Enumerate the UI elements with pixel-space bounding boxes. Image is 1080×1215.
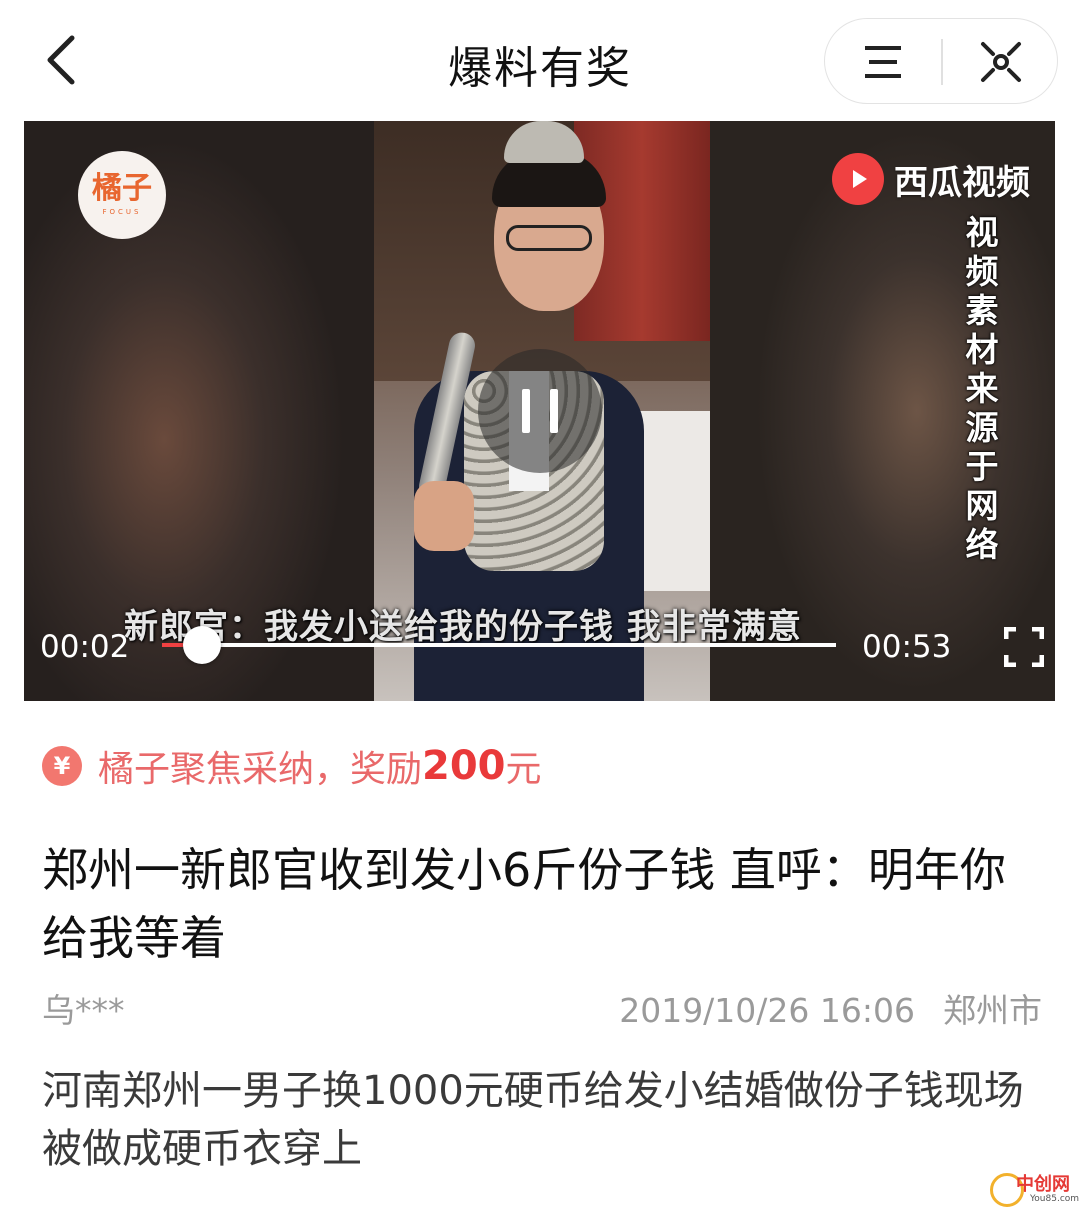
total-time: 00:53 <box>862 629 952 665</box>
watermark-subtext: You85.com <box>1030 1194 1080 1204</box>
reward-banner: ¥ 橘子聚焦采纳，奖励 200 元 <box>42 740 542 792</box>
logo-subtext: FOCUS <box>102 208 142 216</box>
site-watermark: 中创网 You85.com <box>990 1168 1080 1212</box>
yuan-coin-icon: ¥ <box>42 746 82 786</box>
progress-track[interactable] <box>162 643 836 647</box>
fullscreen-icon <box>1003 626 1045 668</box>
post-datetime: 2019/10/26 16:06 <box>619 991 915 1030</box>
pause-button[interactable] <box>478 349 602 473</box>
platform-name: 西瓜视频 <box>894 162 1030 203</box>
menu-button[interactable] <box>825 19 941 105</box>
close-button[interactable] <box>943 19 1059 105</box>
video-subtitle: 新郎官：我发小送给我的份子钱 我非常满意 <box>124 607 802 647</box>
close-dots-icon <box>981 42 1021 82</box>
video-player[interactable]: 橘子 FOCUS 西瓜视频 视频素材来源于网络 新郎官：我发小送给我的份子钱 我… <box>24 121 1055 701</box>
fullscreen-button[interactable] <box>1003 626 1045 668</box>
navigation-bar: 爆料有奖 <box>0 0 1080 120</box>
logo-text: 橘子 <box>92 171 152 206</box>
current-time: 00:02 <box>40 629 130 665</box>
reward-text: 橘子聚焦采纳，奖励 <box>98 749 423 790</box>
article-meta: 乌*** 2019/10/26 16:06 郑州市 <box>42 984 1042 1032</box>
post-location: 郑州市 <box>943 991 1042 1030</box>
mini-program-capsule <box>824 18 1058 104</box>
reward-amount: 200 <box>422 743 506 789</box>
platform-watermark: 西瓜视频 <box>832 153 1030 205</box>
reward-unit: 元 <box>505 749 542 790</box>
source-note: 视频素材来源于网络 <box>965 213 999 564</box>
article-headline: 郑州一新郎官收到发小6斤份子钱 直呼：明年你给我等着 <box>42 843 1006 965</box>
play-triangle-icon <box>832 153 884 205</box>
hamburger-menu-icon <box>865 46 901 78</box>
author-name: 乌*** <box>42 991 125 1030</box>
article-summary: 河南郑州一男子换1000元硬币给发小结婚做份子钱现场被做成硬币衣穿上 <box>42 1068 1024 1172</box>
orange-logo: 橘子 FOCUS <box>78 151 166 239</box>
watermark-text: 中创网 <box>1016 1174 1070 1195</box>
